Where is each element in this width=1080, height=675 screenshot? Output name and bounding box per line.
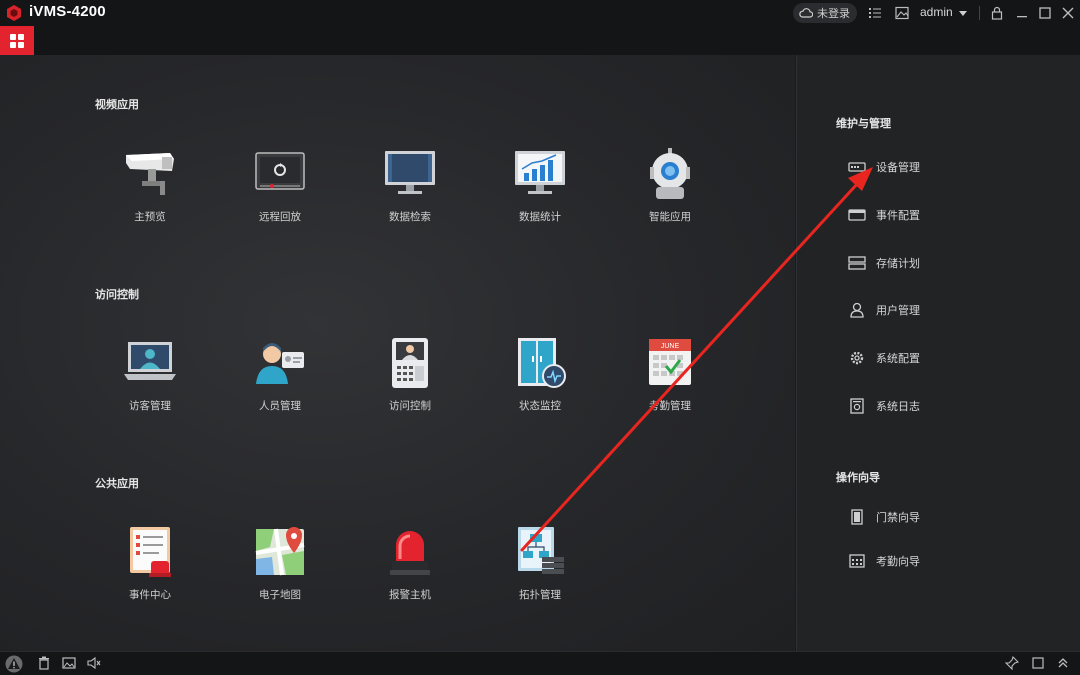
playback-icon bbox=[255, 152, 305, 190]
cloud-icon bbox=[799, 8, 813, 18]
monitor-search-icon bbox=[385, 151, 435, 194]
section-title-public: 公共应用 bbox=[95, 477, 139, 490]
task-list-icon[interactable] bbox=[868, 6, 882, 20]
app-label: 电子地图 bbox=[259, 589, 301, 601]
app-label: 智能应用 bbox=[649, 211, 691, 223]
user-menu[interactable]: admin bbox=[920, 5, 953, 19]
hikvision-logo-icon bbox=[7, 5, 21, 21]
sidebar-title-wizard: 操作向导 bbox=[836, 471, 880, 484]
event-config-icon bbox=[848, 206, 866, 224]
app-data-search[interactable]: 数据检索 bbox=[355, 147, 465, 224]
app-label: 数据统计 bbox=[519, 211, 561, 223]
mute-icon[interactable] bbox=[87, 656, 101, 670]
robot-icon bbox=[650, 148, 690, 199]
app-label: 远程回放 bbox=[259, 211, 301, 223]
door-station-icon bbox=[392, 338, 428, 388]
cloud-status-label: 未登录 bbox=[817, 7, 850, 20]
sidebar-item-system-config[interactable]: 系统配置 bbox=[848, 348, 920, 368]
gear-icon bbox=[848, 349, 866, 367]
sidebar-item-user-management[interactable]: 用户管理 bbox=[848, 300, 920, 320]
app-label: 事件中心 bbox=[129, 589, 171, 601]
status-bar bbox=[0, 651, 1080, 675]
app-label: 访问控制 bbox=[389, 400, 431, 412]
restore-window-icon[interactable] bbox=[1031, 656, 1045, 670]
sidebar-item-storage-plan[interactable]: 存储计划 bbox=[848, 253, 920, 273]
attendance-guide-icon bbox=[848, 552, 866, 570]
app-status-monitor[interactable]: 状态监控 bbox=[485, 336, 595, 413]
person-card-icon bbox=[256, 343, 304, 384]
lock-icon[interactable] bbox=[990, 6, 1004, 20]
chevron-down-icon[interactable] bbox=[958, 9, 968, 17]
sidebar-item-event-config[interactable]: 事件配置 bbox=[848, 205, 920, 225]
camera-icon bbox=[126, 153, 174, 195]
app-title: iVMS-4200 bbox=[29, 3, 106, 20]
sidebar-item-label: 事件配置 bbox=[876, 209, 920, 222]
trash-icon[interactable] bbox=[37, 656, 51, 670]
app-remote-playback[interactable]: 远程回放 bbox=[225, 147, 335, 224]
door-guide-icon bbox=[848, 508, 866, 526]
door-status-icon bbox=[518, 338, 566, 388]
sidebar-panel bbox=[796, 55, 1080, 651]
event-center-icon bbox=[130, 527, 171, 577]
image-capture-icon[interactable] bbox=[62, 656, 76, 670]
sidebar-item-label: 存储计划 bbox=[876, 257, 920, 270]
app-label: 报警主机 bbox=[389, 589, 431, 601]
app-label: 人员管理 bbox=[259, 400, 301, 412]
map-icon bbox=[255, 527, 305, 576]
app-topology-management[interactable]: 拓扑管理 bbox=[485, 525, 595, 602]
visitor-laptop-icon bbox=[124, 342, 176, 380]
chevron-up-double-icon[interactable] bbox=[1056, 656, 1070, 670]
topology-icon bbox=[518, 527, 564, 574]
cloud-login-status[interactable]: 未登录 bbox=[793, 3, 857, 23]
grid-home-icon bbox=[10, 33, 24, 48]
sidebar-item-door-guide[interactable]: 门禁向导 bbox=[848, 507, 920, 527]
sidebar-item-device-management[interactable]: 设备管理 bbox=[848, 157, 920, 177]
section-title-video: 视频应用 bbox=[95, 98, 139, 111]
warning-icon[interactable] bbox=[5, 655, 23, 673]
user-icon bbox=[848, 301, 866, 319]
app-event-center[interactable]: 事件中心 bbox=[95, 525, 205, 602]
app-label: 访客管理 bbox=[129, 400, 171, 412]
sidebar-item-label: 设备管理 bbox=[876, 161, 920, 174]
app-access-control[interactable]: 访问控制 bbox=[355, 336, 465, 413]
sidebar-item-system-log[interactable]: 系统日志 bbox=[848, 396, 920, 416]
title-bar: iVMS-4200 未登录 admin bbox=[0, 0, 1080, 26]
app-label: 状态监控 bbox=[519, 400, 561, 412]
sidebar-item-label: 系统日志 bbox=[876, 400, 920, 413]
navigation-bar bbox=[0, 26, 1080, 55]
storage-icon bbox=[848, 254, 866, 272]
sidebar-title-maintenance: 维护与管理 bbox=[836, 117, 891, 130]
app-label: 主预览 bbox=[134, 211, 166, 223]
sidebar-item-label: 用户管理 bbox=[876, 304, 920, 317]
app-visitor-management[interactable]: 访客管理 bbox=[95, 336, 205, 413]
app-main-preview[interactable]: 主预览 bbox=[95, 147, 205, 224]
app-label: 考勤管理 bbox=[649, 400, 691, 412]
close-icon[interactable] bbox=[1061, 6, 1075, 20]
pin-icon[interactable] bbox=[1005, 656, 1019, 670]
app-label: 拓扑管理 bbox=[519, 589, 561, 601]
app-label: 数据检索 bbox=[389, 211, 431, 223]
calendar-month-label: JUNE bbox=[661, 343, 680, 350]
statistics-chart-icon bbox=[515, 151, 565, 194]
alarm-light-icon bbox=[390, 531, 430, 575]
minimize-icon[interactable] bbox=[1015, 6, 1029, 20]
device-icon bbox=[848, 158, 866, 176]
section-title-access: 访问控制 bbox=[95, 288, 139, 301]
app-person-management[interactable]: 人员管理 bbox=[225, 336, 335, 413]
app-data-statistics[interactable]: 数据统计 bbox=[485, 147, 595, 224]
maximize-icon[interactable] bbox=[1038, 6, 1052, 20]
app-alarm-host[interactable]: 报警主机 bbox=[355, 525, 465, 602]
sidebar-item-label: 门禁向导 bbox=[876, 511, 920, 524]
sidebar-item-label: 系统配置 bbox=[876, 352, 920, 365]
calendar-attendance-icon: JUNE bbox=[649, 339, 691, 385]
image-icon[interactable] bbox=[895, 6, 909, 20]
log-icon bbox=[848, 397, 866, 415]
sidebar-item-label: 考勤向导 bbox=[876, 555, 920, 568]
sidebar-item-attendance-guide[interactable]: 考勤向导 bbox=[848, 551, 920, 571]
home-button[interactable] bbox=[0, 26, 34, 55]
app-e-map[interactable]: 电子地图 bbox=[225, 525, 335, 602]
app-attendance-management[interactable]: JUNE 考勤管理 bbox=[615, 336, 725, 413]
app-smart-application[interactable]: 智能应用 bbox=[615, 147, 725, 224]
